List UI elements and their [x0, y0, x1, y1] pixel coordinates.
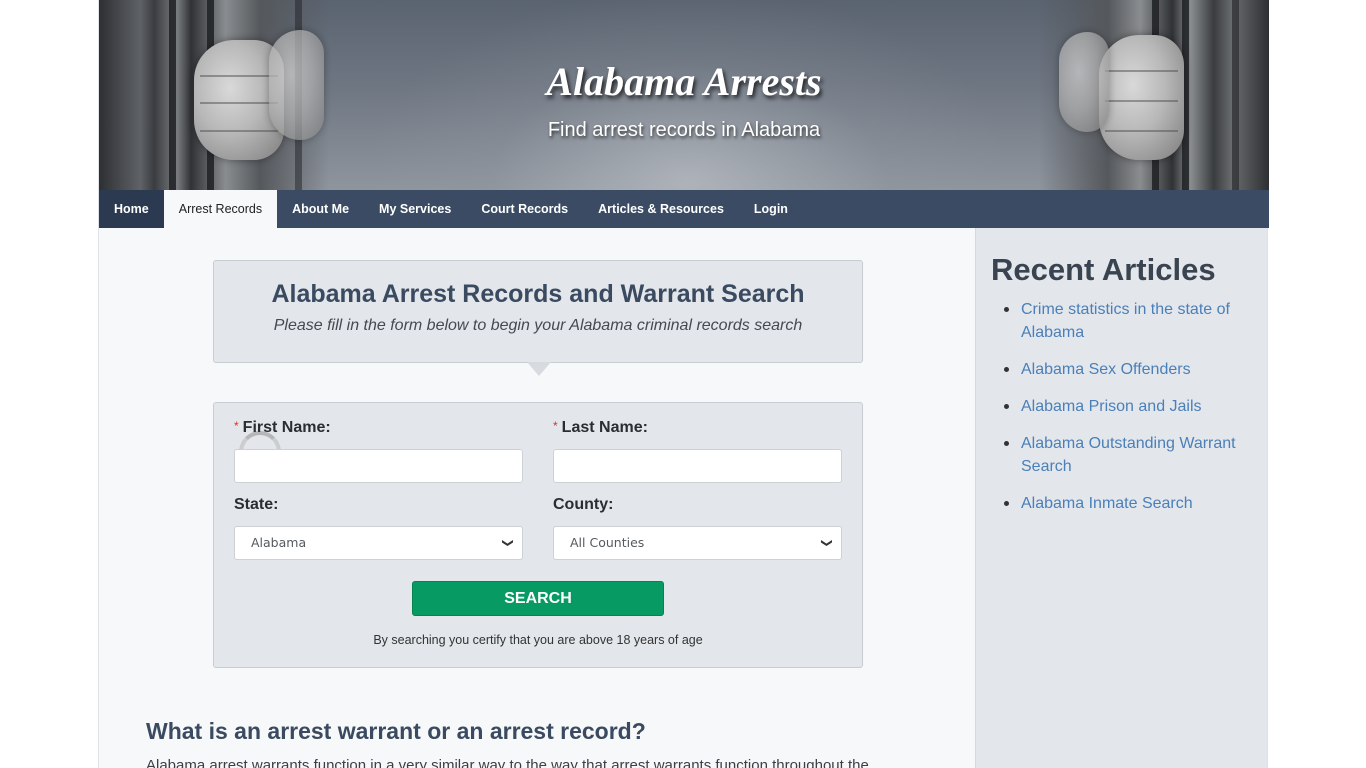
site-tagline: Find arrest records in Alabama — [547, 119, 821, 141]
recent-articles-title: Recent Articles — [991, 252, 1216, 287]
site-title: Alabama Arrests — [546, 59, 822, 104]
article-link[interactable]: Alabama Sex Offenders — [1021, 361, 1191, 378]
required-marker: * — [234, 419, 239, 433]
list-item: Crime statistics in the state of Alabama — [991, 298, 1251, 344]
nav-about-me[interactable]: About Me — [277, 190, 364, 228]
page-container: Alabama Arrests Find arrest records in A… — [98, 0, 1269, 768]
state-field: State: Alabama ❯ — [234, 496, 523, 560]
search-intro-box: Alabama Arrest Records and Warrant Searc… — [213, 260, 863, 376]
article-link[interactable]: Alabama Prison and Jails — [1021, 398, 1202, 415]
search-form: * First Name: * Last Name: State: Alabama … — [213, 402, 863, 668]
last-name-field: * Last Name: — [553, 419, 842, 483]
list-item: Alabama Inmate Search — [991, 492, 1251, 515]
nav-court-records[interactable]: Court Records — [466, 190, 583, 228]
article-body: Alabama arrest warrants function in a ve… — [146, 757, 869, 768]
chevron-down-icon: ❯ — [501, 538, 515, 548]
nav-my-services[interactable]: My Services — [364, 190, 466, 228]
county-selected-value: All Counties — [570, 535, 645, 550]
nav-arrest-records[interactable]: Arrest Records — [163, 190, 278, 228]
list-item: Alabama Outstanding Warrant Search — [991, 432, 1251, 478]
first-name-label: * First Name: — [234, 419, 331, 436]
header-banner: Alabama Arrests Find arrest records in A… — [99, 0, 1269, 190]
state-label: State: — [234, 496, 279, 513]
article-link[interactable]: Alabama Outstanding Warrant Search — [1021, 435, 1236, 475]
recent-articles-list: Crime statistics in the state of Alabama… — [991, 298, 1251, 529]
main-nav: Home Arrest Records About Me My Services… — [99, 190, 1269, 228]
article-heading: What is an arrest warrant or an arrest r… — [146, 718, 646, 744]
state-select[interactable]: Alabama ❯ — [234, 526, 523, 560]
county-label: County: — [553, 496, 614, 513]
list-item: Alabama Sex Offenders — [991, 358, 1251, 381]
first-name-field: * First Name: — [234, 419, 523, 483]
nav-login[interactable]: Login — [739, 190, 803, 228]
search-subtitle: Please fill in the form below to begin y… — [273, 317, 803, 334]
main-content: Alabama Arrest Records and Warrant Searc… — [99, 228, 975, 768]
article-link[interactable]: Crime statistics in the state of Alabama — [1021, 301, 1230, 341]
article-link[interactable]: Alabama Inmate Search — [1021, 495, 1193, 512]
search-title: Alabama Arrest Records and Warrant Searc… — [271, 280, 805, 308]
required-marker: * — [553, 419, 558, 433]
nav-articles-resources[interactable]: Articles & Resources — [583, 190, 739, 228]
age-disclaimer: By searching you certify that you are ab… — [373, 633, 703, 647]
first-name-input[interactable] — [234, 449, 523, 483]
last-name-label: * Last Name: — [553, 419, 648, 436]
state-selected-value: Alabama — [251, 535, 307, 550]
chevron-down-icon: ❯ — [820, 538, 834, 548]
county-select[interactable]: All Counties ❯ — [553, 526, 842, 560]
county-field: County: All Counties ❯ — [553, 496, 842, 560]
sidebar: Recent Articles Crime statistics in the … — [975, 228, 1267, 768]
list-item: Alabama Prison and Jails — [991, 395, 1251, 418]
nav-home[interactable]: Home — [99, 190, 164, 228]
search-button[interactable]: SEARCH — [412, 581, 664, 616]
last-name-input[interactable] — [553, 449, 842, 483]
